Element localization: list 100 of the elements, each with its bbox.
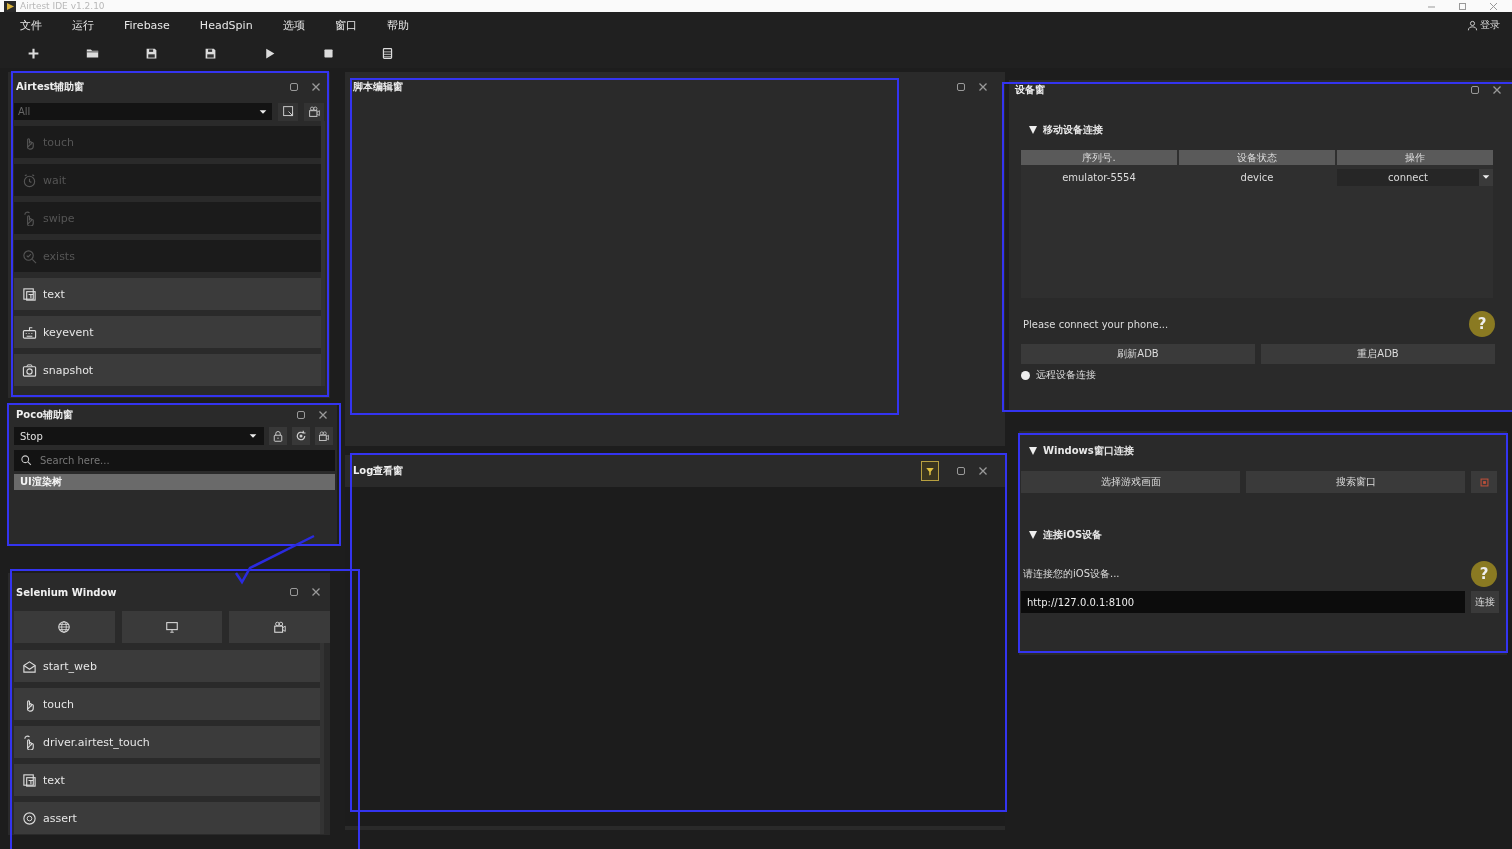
- refresh-button[interactable]: [292, 427, 310, 445]
- folder-icon: [86, 46, 99, 60]
- panel-title: Log查看窗: [353, 464, 405, 478]
- adb-button[interactable]: 刷新ADB: [1021, 344, 1255, 364]
- table-cell-text: emulator-5554: [1061, 171, 1137, 183]
- menu-item[interactable]: Firebase: [124, 18, 170, 32]
- menu-item[interactable]: HeadSpin: [199, 18, 253, 32]
- action-item[interactable]: driver.airtest_touch: [14, 726, 320, 758]
- menu-item[interactable]: 运行: [72, 17, 94, 33]
- panel-title: Poco辅助窗: [16, 408, 74, 422]
- hint-text: 请连接您的iOS设备...: [1023, 567, 1121, 581]
- action-item[interactable]: start_web: [14, 650, 320, 682]
- browser-button[interactable]: [14, 611, 115, 643]
- video-camera-icon: [318, 430, 330, 442]
- url-field[interactable]: http://127.0.0.1:8100: [1021, 591, 1465, 613]
- status-text: Please connect your phone...: [1023, 318, 1170, 330]
- window-button[interactable]: 搜索窗口: [1246, 471, 1465, 493]
- panel-title: Selenium Window: [16, 586, 118, 598]
- plus-icon: [27, 46, 40, 60]
- window-button[interactable]: 选择游戏画面: [1021, 471, 1240, 493]
- adb-button[interactable]: 重启ADB: [1261, 344, 1495, 364]
- help-button[interactable]: ?: [1469, 311, 1495, 337]
- list-icon: [381, 46, 394, 60]
- maximize-icon[interactable]: [1458, 1, 1467, 11]
- table-cell-text: device: [1239, 171, 1275, 183]
- action-item[interactable]: snapshot: [14, 354, 321, 386]
- record-button[interactable]: [304, 102, 324, 121]
- help-button[interactable]: ?: [1471, 561, 1497, 587]
- window-title: Airtest IDE v1.2.10: [20, 0, 106, 12]
- disclosure-triangle[interactable]: [1029, 447, 1037, 455]
- close-icon[interactable]: [310, 81, 322, 93]
- close-icon[interactable]: [977, 81, 989, 93]
- restore-icon[interactable]: [955, 81, 967, 93]
- connect-button[interactable]: 连接: [1471, 591, 1499, 613]
- video-camera-icon: [272, 620, 287, 634]
- panel-title: Airtest辅助窗: [16, 80, 86, 94]
- restore-icon[interactable]: [288, 81, 300, 93]
- column-header: 序列号.: [1021, 150, 1177, 165]
- section-title: Windows窗口连接: [1043, 444, 1134, 458]
- lock-button[interactable]: [269, 427, 287, 445]
- action-item[interactable]: text: [14, 278, 321, 310]
- save-icon: [204, 46, 217, 60]
- monitor-icon: [165, 620, 179, 634]
- menu-item[interactable]: 窗口: [334, 17, 357, 33]
- globe-icon: [57, 620, 72, 634]
- refresh-icon: [295, 430, 307, 442]
- column-header: 设备状态: [1179, 150, 1335, 165]
- target-icon: [22, 810, 37, 826]
- login-button[interactable]: 登录: [1467, 18, 1500, 32]
- close-icon[interactable]: [977, 465, 989, 477]
- section-title: 连接iOS设备: [1043, 528, 1103, 542]
- close-icon[interactable]: [317, 409, 329, 421]
- camera-icon: [22, 362, 37, 378]
- radio-label: 远程设备连接: [1036, 368, 1096, 382]
- play-icon: [263, 46, 276, 60]
- restore-icon[interactable]: [295, 409, 307, 421]
- radio-button[interactable]: [1021, 370, 1030, 380]
- action-item[interactable]: assert: [14, 802, 320, 834]
- hand-icon: [22, 210, 37, 226]
- close-icon[interactable]: [310, 586, 322, 598]
- keyboard-icon: [22, 324, 37, 340]
- person-icon: [1467, 19, 1478, 31]
- text-frame-icon: [22, 286, 37, 302]
- restore-icon[interactable]: [955, 465, 967, 477]
- lock-icon: [272, 430, 284, 442]
- magnifier-check-icon: [22, 248, 37, 264]
- action-item[interactable]: text: [14, 764, 320, 796]
- menu-item[interactable]: 文件: [20, 17, 42, 33]
- action-item[interactable]: keyevent: [14, 316, 321, 348]
- action-item[interactable]: touch: [14, 688, 320, 720]
- action-dropdown[interactable]: connect: [1337, 168, 1493, 186]
- panel-title: 脚本编辑窗: [353, 80, 404, 94]
- restore-icon[interactable]: [1469, 84, 1481, 96]
- envelope-icon: [22, 658, 37, 674]
- search-icon: [20, 454, 32, 466]
- filter-button[interactable]: [921, 461, 939, 481]
- close-icon[interactable]: [1491, 84, 1503, 96]
- menu-item[interactable]: 帮助: [386, 17, 409, 33]
- close-icon[interactable]: [1489, 1, 1498, 11]
- disclosure-triangle[interactable]: [1029, 531, 1037, 539]
- menu-item[interactable]: 选项: [282, 17, 305, 33]
- search-field[interactable]: Search here...: [14, 450, 335, 471]
- import-icon: [281, 105, 295, 118]
- save-icon: [145, 46, 158, 60]
- hand-icon: [22, 734, 37, 750]
- stop-icon: [322, 46, 335, 60]
- tree-item[interactable]: UI渲染树: [14, 474, 335, 490]
- text-frame-icon: [22, 772, 37, 788]
- record-button[interactable]: [315, 427, 333, 445]
- column-header: 操作: [1337, 150, 1493, 165]
- film-icon: [1478, 476, 1490, 488]
- alarm-clock-icon: [22, 172, 37, 188]
- video-camera-icon: [307, 105, 321, 118]
- panel-title: 设备窗: [1015, 83, 1046, 97]
- import-button[interactable]: [278, 102, 298, 121]
- filter-icon: [924, 465, 936, 477]
- restore-icon[interactable]: [288, 586, 300, 598]
- mode-dropdown[interactable]: Stop: [14, 427, 264, 445]
- section-title: 移动设备连接: [1043, 123, 1103, 137]
- disclosure-triangle[interactable]: [1029, 126, 1037, 134]
